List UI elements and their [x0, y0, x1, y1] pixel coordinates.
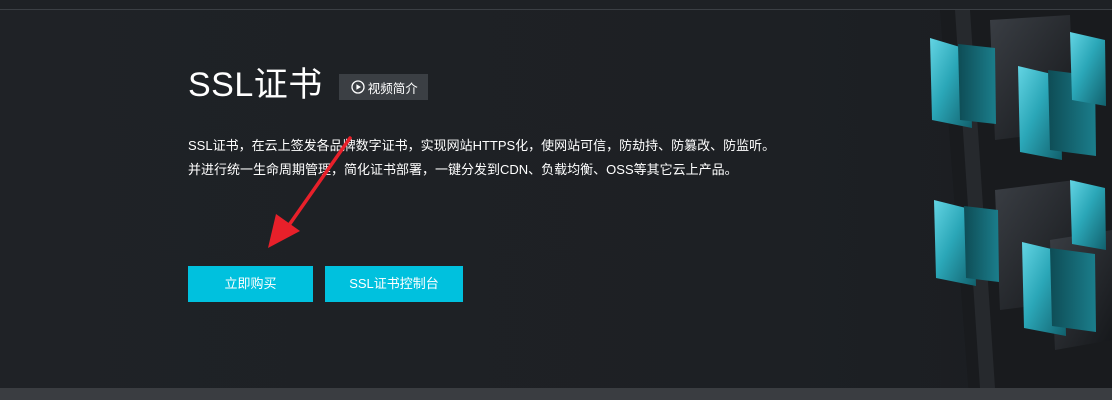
- cube-graphic-icon: [930, 10, 1112, 388]
- bottom-bar: [0, 388, 1112, 400]
- ssl-console-button[interactable]: SSL证书控制台: [325, 266, 463, 302]
- product-description: SSL证书，在云上签发各品牌数字证书，实现网站HTTPS化，使网站可信，防劫持、…: [188, 134, 828, 182]
- video-intro-label: 视频简介: [367, 81, 418, 96]
- hero-banner: SSL证书 视频简介 SSL证书，在云上签发各品牌数字证书，实现网站HTTPS化…: [0, 10, 1112, 388]
- video-intro-button[interactable]: 视频简介: [338, 74, 428, 100]
- description-line-2: 并进行统一生命周期管理，简化证书部署，一键分发到CDN、负载均衡、OSS等其它云…: [188, 162, 738, 177]
- buy-now-button[interactable]: 立即购买: [188, 266, 313, 302]
- title-row: SSL证书 视频简介: [188, 65, 428, 105]
- action-buttons: 立即购买 SSL证书控制台: [188, 266, 463, 302]
- page-title: SSL证书: [188, 66, 323, 104]
- description-line-1: SSL证书，在云上签发各品牌数字证书，实现网站HTTPS化，使网站可信，防劫持、…: [188, 138, 776, 153]
- play-circle-icon: [351, 80, 365, 94]
